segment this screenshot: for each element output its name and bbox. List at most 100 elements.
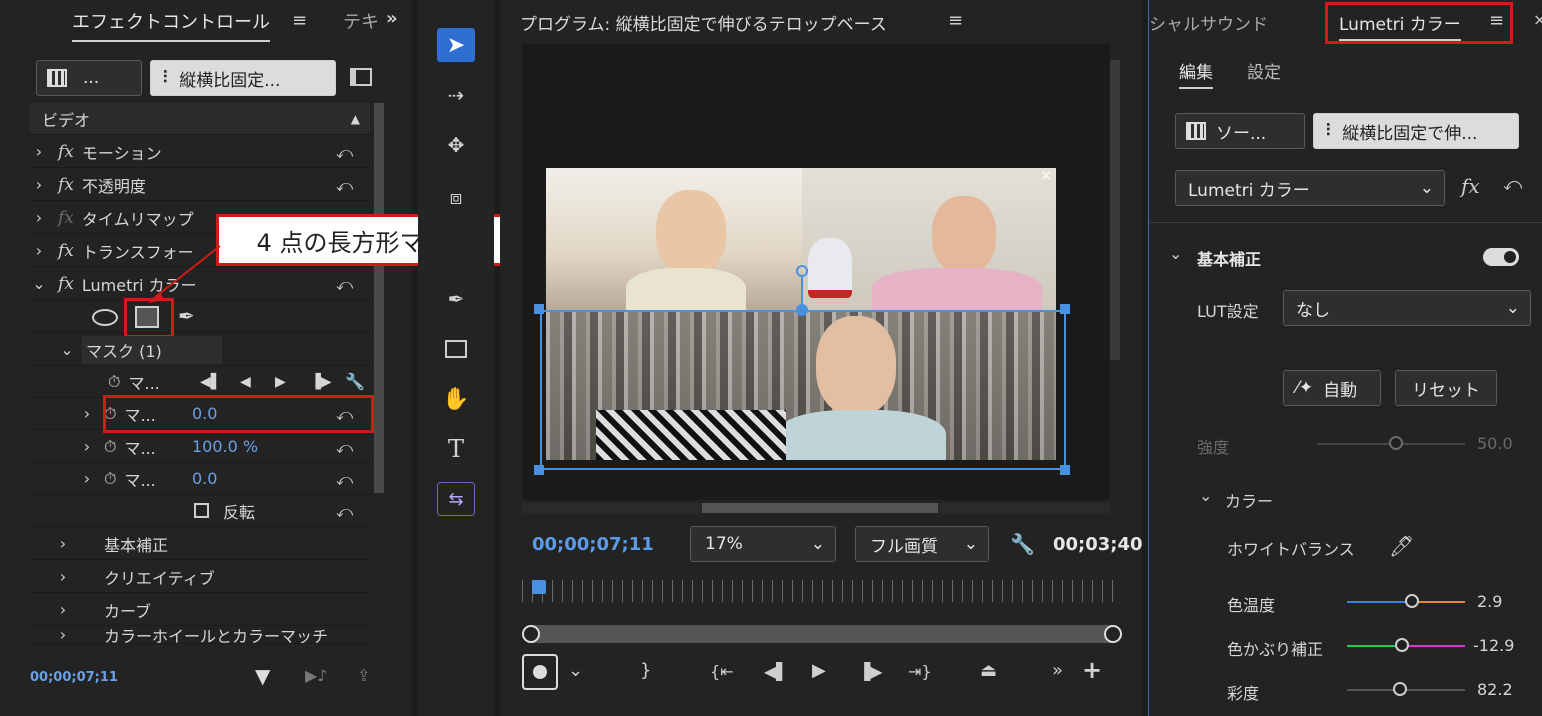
chevron-right-icon[interactable]: › xyxy=(30,142,48,161)
fx-icon[interactable]: fx xyxy=(1461,174,1480,198)
invert-checkbox[interactable] xyxy=(194,503,209,518)
tab-menu-icon[interactable]: ≡ xyxy=(292,10,307,31)
chevron-right-icon[interactable]: › xyxy=(54,626,72,643)
mark-in-icon[interactable]: } xyxy=(640,660,651,681)
mask-expansion-row[interactable]: › ⏱ マ... 0.0 ⤺ xyxy=(30,463,370,495)
panel-layout-icon[interactable] xyxy=(350,68,372,86)
chevron-down-icon[interactable]: ⌄ xyxy=(30,274,48,293)
mask-handle[interactable] xyxy=(1060,304,1070,314)
mask-handle[interactable] xyxy=(534,304,544,314)
section-basic-correction[interactable]: 基本補正 xyxy=(1197,246,1261,270)
chevron-down-icon[interactable]: ⌄ xyxy=(1199,486,1212,505)
marker-button[interactable] xyxy=(522,654,558,690)
reset-icon[interactable]: ⤺ xyxy=(336,143,362,162)
go-to-in-icon[interactable]: {⇤ xyxy=(710,662,734,681)
stopwatch-icon[interactable]: ⏱ xyxy=(104,469,116,489)
in-out-bar[interactable] xyxy=(530,625,1112,643)
stopwatch-icon[interactable]: ⏱ xyxy=(104,437,116,457)
fx-icon[interactable]: fx xyxy=(58,175,74,195)
reset-button[interactable]: リセット xyxy=(1395,370,1497,406)
type-tool-icon[interactable]: T xyxy=(437,432,475,466)
mask-opacity-value[interactable]: 100.0 % xyxy=(192,437,258,456)
out-point-handle[interactable] xyxy=(1104,625,1122,643)
go-to-out-icon[interactable]: ⇥} xyxy=(908,662,932,681)
close-icon[interactable]: × xyxy=(1533,10,1542,29)
selection-tool-icon[interactable]: ➤ xyxy=(437,28,475,62)
track-prev-keyframe-icon[interactable]: ◀▌ xyxy=(200,374,222,390)
settings-wrench-icon[interactable]: 🔧 xyxy=(1010,532,1035,556)
chevron-down-icon[interactable]: ⌄ xyxy=(1169,244,1182,263)
track-forward-icon[interactable]: ▶ xyxy=(275,374,286,390)
saturation-knob[interactable] xyxy=(1393,682,1407,696)
video-section-header[interactable]: ビデオ ▲ xyxy=(30,103,370,135)
rectangle-tool-icon[interactable] xyxy=(437,332,475,366)
mask-handle-midpoint[interactable] xyxy=(796,304,808,316)
reset-icon[interactable]: ⤺ xyxy=(1503,174,1522,195)
fx-icon[interactable]: fx xyxy=(58,241,74,261)
mask-expansion-value[interactable]: 0.0 xyxy=(192,469,217,488)
chevron-right-icon[interactable]: › xyxy=(78,404,96,423)
program-title[interactable]: プログラム: 縦横比固定で伸びるテロップベース xyxy=(520,10,887,35)
auto-button[interactable]: ⁄✦ 自動 xyxy=(1283,370,1381,406)
step-back-icon[interactable]: ◀▌ xyxy=(764,662,789,681)
reset-icon[interactable]: ⤺ xyxy=(336,470,362,489)
reset-icon[interactable]: ⤺ xyxy=(336,176,362,195)
fx-icon[interactable]: fx xyxy=(58,142,74,162)
temperature-knob[interactable] xyxy=(1405,594,1419,608)
vertical-scrollbar[interactable] xyxy=(1110,60,1120,360)
frame-close-icon[interactable]: × xyxy=(1040,168,1052,184)
export-icon[interactable]: ⇪ xyxy=(357,666,370,685)
sub-curves[interactable]: › カーブ xyxy=(30,594,370,626)
effect-row-opacity[interactable]: › fx 不透明度 ⤺ xyxy=(30,169,370,201)
chevron-down-icon[interactable]: ⌄ xyxy=(568,660,583,681)
auto-reframe-icon[interactable]: ⇆ xyxy=(437,482,475,516)
chevron-right-icon[interactable]: › xyxy=(30,241,48,260)
filter-icon[interactable]: ▼ xyxy=(255,664,270,688)
tab-essential-sound[interactable]: シャルサウンド xyxy=(1149,10,1268,35)
program-menu-icon[interactable]: ≡ xyxy=(948,10,963,31)
mask-header-row[interactable]: ⌄ マスク (1) xyxy=(30,334,370,366)
lumetri-sequence-button[interactable]: ⫶ 縦横比固定で伸... xyxy=(1313,113,1519,149)
chevron-down-icon[interactable]: ⌄ xyxy=(58,340,76,359)
reset-icon[interactable]: ⤺ xyxy=(336,502,362,521)
lumetri-source-button[interactable]: ソー... xyxy=(1175,113,1305,149)
chevron-right-icon[interactable]: › xyxy=(54,567,72,586)
intensity-value[interactable]: 50.0 xyxy=(1477,434,1513,453)
add-button-icon[interactable]: + xyxy=(1082,656,1102,684)
collapse-up-icon[interactable]: ▲ xyxy=(351,112,360,126)
wrench-icon[interactable]: 🔧 xyxy=(345,372,365,391)
tint-value[interactable]: -12.9 xyxy=(1473,636,1514,655)
track-select-tool-icon[interactable]: ⇢ xyxy=(437,78,475,112)
quality-select[interactable]: フル画質 ⌄ xyxy=(855,526,989,562)
subtab-settings[interactable]: 設定 xyxy=(1247,58,1281,83)
effect-row-motion[interactable]: › fx モーション ⤺ xyxy=(30,136,370,168)
mask-feather-handle[interactable] xyxy=(796,265,808,277)
mask-rectangle-overlay[interactable] xyxy=(540,310,1066,470)
step-forward-icon[interactable]: ▐▶ xyxy=(858,662,883,681)
program-timecode[interactable]: 00;00;07;11 xyxy=(532,534,654,555)
tab-text[interactable]: テキ xyxy=(343,8,379,34)
more-buttons-icon[interactable]: » xyxy=(1052,660,1063,681)
lut-select[interactable]: なし ⌄ xyxy=(1283,290,1531,326)
in-point-handle[interactable] xyxy=(522,625,540,643)
sub-color-wheels[interactable]: › カラーホイールとカラーマッチ xyxy=(30,626,370,644)
ripple-edit-tool-icon[interactable]: ✥ xyxy=(437,128,475,162)
fx-icon[interactable]: fx xyxy=(58,274,74,294)
color-section[interactable]: カラー xyxy=(1225,488,1273,512)
chevron-right-icon[interactable]: › xyxy=(30,175,48,194)
play-icon[interactable]: ▶ xyxy=(812,660,826,681)
play-audio-icon[interactable]: ▶♪ xyxy=(305,666,328,685)
sequence-clip-button[interactable]: ⫶ 縦横比固定... xyxy=(150,60,336,96)
horizontal-scrollbar[interactable] xyxy=(522,503,1110,513)
temperature-value[interactable]: 2.9 xyxy=(1477,592,1502,611)
ellipse-mask-icon[interactable] xyxy=(92,309,118,326)
effect-controls-scrollbar[interactable] xyxy=(374,103,384,493)
reset-icon[interactable]: ⤺ xyxy=(336,275,362,294)
stopwatch-icon[interactable]: ⏱ xyxy=(108,372,120,392)
chevron-right-icon[interactable]: › xyxy=(54,534,72,553)
tint-knob[interactable] xyxy=(1395,638,1409,652)
source-clip-button[interactable]: ... xyxy=(36,60,142,96)
intensity-knob[interactable] xyxy=(1389,436,1403,450)
pen-tool-icon[interactable]: ✒ xyxy=(437,282,475,316)
sub-basic-correction[interactable]: › 基本補正 xyxy=(30,528,370,560)
